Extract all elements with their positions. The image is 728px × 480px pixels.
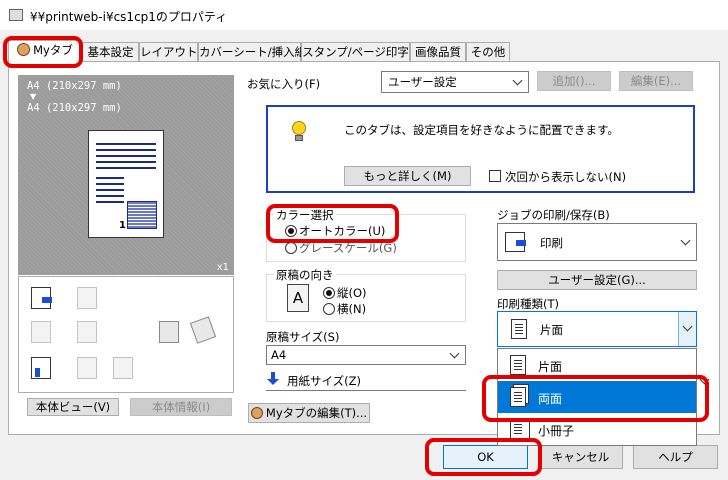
report-bar <box>35 368 40 377</box>
option-double-sided[interactable]: 両面 <box>498 381 696 413</box>
preview-paper-size: A4 (210x297 mm) <box>27 102 122 114</box>
preview-scale: x1 <box>216 262 229 273</box>
favorites-label: お気に入り(F) <box>247 77 321 91</box>
user-auth-icon <box>77 357 97 379</box>
preview-arrow: ▼ <box>30 92 37 101</box>
original-size-label: 原稿サイズ(S) <box>266 330 340 344</box>
orientation-label: 原稿の向き <box>274 267 336 283</box>
preview-pane: A4 (210x297 mm) ▼ A4 (210x297 mm) 1 x1 <box>18 75 234 275</box>
more-info-button[interactable]: もっと詳しく(M) <box>344 166 471 186</box>
booklet-icon <box>189 316 217 344</box>
print-type-value: 片面 <box>540 323 563 337</box>
output-tray-icon <box>77 321 97 343</box>
cancel-button[interactable]: キャンセル <box>538 445 623 469</box>
user-settings-button[interactable]: ユーザー設定(G)... <box>497 270 697 290</box>
finisher-icon <box>77 287 97 309</box>
add-button[interactable]: 追加()... <box>537 71 611 91</box>
tab-mytab[interactable]: Myタブ <box>8 40 82 63</box>
edit-mytab-button[interactable]: Myタブの編集(T)... <box>248 403 370 423</box>
edit-mytab-label: Myタブの編集(T)... <box>265 406 368 420</box>
print-type-select[interactable]: 片面 <box>497 311 697 347</box>
paper-size-label: 用紙サイズ(Z) <box>287 374 362 388</box>
preview-image-block <box>127 201 157 229</box>
portrait-radio[interactable] <box>323 287 335 299</box>
document-icon <box>159 321 179 343</box>
edit-button[interactable]: 編集(E)... <box>619 71 693 91</box>
grayscale-label: グレースケール(G) <box>299 241 397 255</box>
option-booklet[interactable]: 小冊子 <box>498 413 696 445</box>
tab-basic[interactable]: 基本設定 <box>82 42 139 62</box>
single-sided-icon <box>510 355 526 375</box>
dont-show-label: 次回から表示しない(N) <box>505 170 627 184</box>
color-label: カラー選択 <box>274 207 336 223</box>
grayscale-radio[interactable] <box>285 242 297 254</box>
tab-strip: Myタブ 基本設定 レイアウト カバーシート/挿入紙 スタンプ/ページ印字 画像… <box>8 40 720 63</box>
booklet-icon <box>510 419 530 439</box>
preview-page-number: 1 <box>119 220 126 231</box>
tab-image-quality[interactable]: 画像品質 <box>410 42 466 62</box>
landscape-radio[interactable] <box>323 303 335 315</box>
chevron-down-icon <box>682 321 693 332</box>
portrait-label: 縦(O) <box>337 286 367 300</box>
favorites-select[interactable]: ユーザー設定 <box>381 71 529 93</box>
tab-stamp[interactable]: スタンプ/ページ印字 <box>301 42 410 62</box>
info-box: このタブは、設定項目を好きなように配置できます。 もっと詳しく(M) 次回から表… <box>266 105 695 193</box>
single-sided-icon <box>511 319 527 339</box>
printer-device-icon <box>31 287 52 309</box>
account-icon <box>113 357 133 379</box>
user-icon <box>17 43 31 56</box>
dropdown-button[interactable] <box>678 312 696 346</box>
tab-other[interactable]: その他 <box>466 42 510 62</box>
print-type-dropdown: 片面 両面 小冊子 <box>497 348 697 446</box>
double-sided-icon <box>510 387 526 407</box>
chevron-down-icon <box>512 75 523 86</box>
device-view-button[interactable]: 本体ビュー(V) <box>27 398 119 416</box>
chevron-down-icon <box>680 235 691 246</box>
info-message: このタブは、設定項目を好きなように配置できます。 <box>344 123 619 137</box>
dont-show-checkbox[interactable] <box>489 170 501 182</box>
job-value: 印刷 <box>540 236 563 250</box>
window-title: ¥¥printweb-i¥cs1cp1のプロパティ <box>30 10 228 24</box>
option-label: 小冊子 <box>538 424 575 438</box>
tab-layout[interactable]: レイアウト <box>139 42 198 62</box>
option-single-sided[interactable]: 片面 <box>498 349 696 381</box>
scroll-down-icon[interactable] <box>699 374 710 386</box>
preview-page: 1 <box>88 130 164 238</box>
tab-cover-sheet[interactable]: カバーシート/挿入紙 <box>198 42 306 62</box>
favorites-value: ユーザー設定 <box>388 75 457 89</box>
orientation-preview-icon: A <box>287 284 309 312</box>
preview-text-lines <box>96 143 156 145</box>
arrow-down-icon <box>267 372 279 386</box>
report-icon <box>31 357 51 379</box>
device-info-button[interactable]: 本体情報(I) <box>130 398 232 416</box>
print-type-label: 印刷種類(T) <box>497 297 559 311</box>
preview-text-lines-short <box>96 177 124 179</box>
option-label: 両面 <box>538 392 563 406</box>
lightbulb-icon <box>290 121 308 149</box>
preview-original-size: A4 (210x297 mm) <box>27 80 122 92</box>
original-size-select[interactable]: A4 <box>266 345 466 365</box>
landscape-label: 横(N) <box>337 302 367 316</box>
title-bar: ¥¥printweb-i¥cs1cp1のプロパティ <box>0 0 728 30</box>
print-icon <box>505 232 526 252</box>
auto-color-radio[interactable] <box>285 225 297 237</box>
printer-icon <box>9 9 23 21</box>
user-icon <box>250 407 263 419</box>
ok-button[interactable]: OK <box>443 445 528 469</box>
tray-icon <box>31 321 51 343</box>
option-label: 片面 <box>538 360 563 374</box>
original-size-value: A4 <box>271 348 287 362</box>
help-button[interactable]: ヘルプ <box>633 445 718 469</box>
chevron-down-icon <box>449 348 460 359</box>
auto-color-label: オートカラー(U) <box>299 224 386 238</box>
device-view <box>18 276 234 393</box>
job-label: ジョブの印刷/保存(B) <box>497 208 610 222</box>
job-select[interactable]: 印刷 <box>497 223 697 261</box>
arrow-icon <box>42 297 52 303</box>
tab-label: Myタブ <box>33 43 73 57</box>
paper-size-select-edge <box>266 390 466 394</box>
